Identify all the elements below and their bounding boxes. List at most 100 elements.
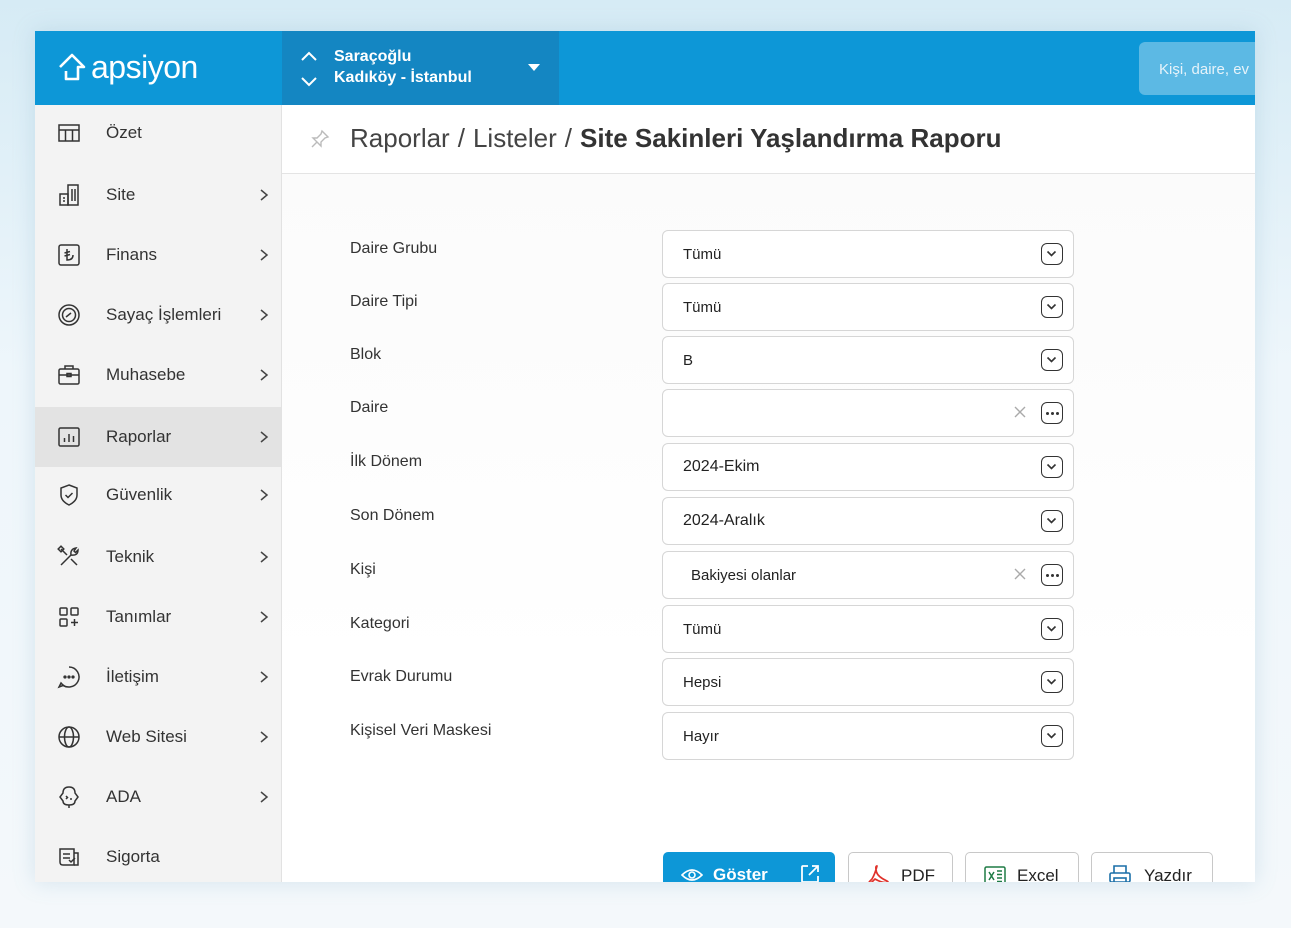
ilk-donem-select[interactable]: 2024-Ekim bbox=[662, 443, 1074, 491]
field-value: Tümü bbox=[683, 246, 722, 263]
sidebar-item-raporlar[interactable]: Raporlar bbox=[35, 407, 281, 467]
kategori-select[interactable]: Tümü bbox=[662, 605, 1074, 653]
field-value: 2024-Aralık bbox=[683, 512, 765, 529]
more-options-icon[interactable] bbox=[1041, 564, 1063, 586]
sidebar-item-ozet[interactable]: Özet bbox=[35, 105, 281, 160]
field-daire-grubu: Daire Grubu Tümü bbox=[350, 230, 1074, 280]
print-button-label: Yazdır bbox=[1144, 866, 1192, 882]
field-value: Tümü bbox=[683, 299, 722, 316]
robot-icon bbox=[57, 785, 81, 809]
chevron-down-icon[interactable] bbox=[1041, 349, 1063, 371]
expand-collapse-icon bbox=[301, 51, 317, 87]
sidebar-item-guvenlik[interactable]: Güvenlik bbox=[35, 465, 281, 525]
sidebar-item-tanimlar[interactable]: Tanımlar bbox=[35, 587, 281, 647]
kisisel-veri-maskesi-select[interactable]: Hayır bbox=[662, 712, 1074, 760]
sidebar-item-muhasebe[interactable]: Muhasebe bbox=[35, 345, 281, 405]
sidebar-item-label: Raporlar bbox=[106, 427, 172, 446]
field-value: Tümü bbox=[683, 621, 722, 638]
document-icon bbox=[57, 845, 81, 869]
pdf-button-label: PDF bbox=[901, 866, 935, 882]
sidebar-item-teknik[interactable]: Teknik bbox=[35, 527, 281, 587]
field-kisi: Kişi Bakiyesi olanlar bbox=[350, 551, 1074, 601]
clear-icon[interactable] bbox=[1012, 404, 1028, 420]
chevron-down-icon[interactable] bbox=[1041, 456, 1063, 478]
sidebar-item-label: ADA bbox=[106, 787, 141, 806]
printer-icon bbox=[1109, 865, 1131, 882]
report-form: Daire Grubu Tümü Daire Tipi Tümü Blok B … bbox=[282, 174, 1255, 882]
blok-select[interactable]: B bbox=[662, 336, 1074, 384]
breadcrumb-listeler[interactable]: Listeler bbox=[473, 123, 557, 153]
logo-text: apsiyon bbox=[91, 48, 198, 85]
chevron-right-icon bbox=[258, 430, 270, 444]
logo[interactable]: apsiyon bbox=[55, 45, 198, 89]
excel-icon bbox=[984, 866, 1006, 882]
sidebar-item-finans[interactable]: Finans bbox=[35, 225, 281, 285]
search-input[interactable]: Kişi, daire, ev bbox=[1139, 42, 1255, 95]
excel-button[interactable]: Excel bbox=[965, 852, 1079, 882]
pdf-button[interactable]: PDF bbox=[848, 852, 953, 882]
field-label: İlk Dönem bbox=[350, 453, 423, 470]
breadcrumb-raporlar[interactable]: Raporlar bbox=[350, 123, 450, 153]
sidebar-item-label: Özet bbox=[106, 122, 142, 142]
daire-tipi-select[interactable]: Tümü bbox=[662, 283, 1074, 331]
daire-lookup[interactable] bbox=[662, 389, 1074, 437]
sidebar-item-label: Sigorta bbox=[106, 847, 160, 866]
chevron-right-icon bbox=[258, 550, 270, 564]
field-kategori: Kategori Tümü bbox=[350, 605, 1074, 655]
site-selector[interactable]: Saraçoğlu Kadıköy - İstanbul bbox=[282, 31, 559, 105]
sidebar-item-web-sitesi[interactable]: Web Sitesi bbox=[35, 707, 281, 767]
sidebar-item-label: İletişim bbox=[106, 667, 159, 686]
chevron-down-icon[interactable] bbox=[1041, 296, 1063, 318]
field-evrak-durumu: Evrak Durumu Hepsi bbox=[350, 658, 1074, 708]
field-daire: Daire bbox=[350, 389, 1074, 439]
show-button-label: Göster bbox=[713, 865, 768, 882]
sidebar-item-label: Muhasebe bbox=[106, 365, 186, 384]
sidebar-item-label: Finans bbox=[106, 245, 158, 264]
sidebar-item-label: Site bbox=[106, 185, 136, 204]
field-value: B bbox=[683, 352, 694, 369]
site-location: Kadıköy - İstanbul bbox=[334, 69, 472, 86]
field-label: Kişisel Veri Maskesi bbox=[350, 722, 492, 739]
sidebar-item-site[interactable]: Site bbox=[35, 165, 281, 225]
excel-button-label: Excel bbox=[1017, 866, 1059, 882]
breadcrumb-separator: / bbox=[457, 123, 465, 153]
chevron-down-icon[interactable] bbox=[1041, 618, 1063, 640]
chevron-down-icon[interactable] bbox=[1041, 243, 1063, 265]
clear-icon[interactable] bbox=[1012, 566, 1028, 582]
sidebar-item-label: Tanımlar bbox=[106, 607, 172, 626]
sidebar-item-sigorta[interactable]: Sigorta bbox=[35, 827, 281, 882]
sidebar-item-ada[interactable]: ADA bbox=[35, 767, 281, 827]
app-window: apsiyon Saraçoğlu Kadıköy - İstanbul Kiş… bbox=[35, 31, 1255, 882]
sidebar-item-label: Web Sitesi bbox=[106, 727, 187, 746]
caret-down-icon bbox=[528, 64, 540, 71]
field-label: Evrak Durumu bbox=[350, 668, 453, 685]
print-button[interactable]: Yazdır bbox=[1091, 852, 1213, 882]
top-bar: apsiyon Saraçoğlu Kadıköy - İstanbul Kiş… bbox=[35, 31, 1255, 105]
kisi-lookup[interactable]: Bakiyesi olanlar bbox=[662, 551, 1074, 599]
son-donem-select[interactable]: 2024-Aralık bbox=[662, 497, 1074, 545]
more-options-icon[interactable] bbox=[1041, 402, 1063, 424]
daire-grubu-select[interactable]: Tümü bbox=[662, 230, 1074, 278]
field-label: Kişi bbox=[350, 561, 376, 578]
chevron-right-icon bbox=[258, 790, 270, 804]
chevron-down-icon[interactable] bbox=[1041, 510, 1063, 532]
page-title: Site Sakinleri Yaşlandırma Raporu bbox=[580, 123, 1002, 153]
show-button[interactable]: Göster bbox=[663, 852, 835, 882]
evrak-durumu-select[interactable]: Hepsi bbox=[662, 658, 1074, 706]
shield-icon bbox=[57, 483, 81, 507]
field-son-donem: Son Dönem 2024-Aralık bbox=[350, 497, 1074, 547]
sidebar: Özet Site Finans Sayaç İşlemleri Muhaseb… bbox=[35, 105, 282, 882]
chevron-right-icon bbox=[258, 248, 270, 262]
sidebar-item-sayac-islemleri[interactable]: Sayaç İşlemleri bbox=[35, 285, 281, 345]
field-label: Daire Tipi bbox=[350, 293, 418, 310]
chevron-down-icon[interactable] bbox=[1041, 671, 1063, 693]
pin-icon[interactable] bbox=[310, 129, 330, 149]
chevron-down-icon[interactable] bbox=[1041, 725, 1063, 747]
chat-icon bbox=[57, 665, 81, 689]
sidebar-item-iletisim[interactable]: İletişim bbox=[35, 647, 281, 707]
eye-icon bbox=[681, 869, 703, 881]
open-new-window-icon[interactable] bbox=[799, 863, 821, 882]
field-value: Hepsi bbox=[683, 674, 722, 691]
chevron-right-icon bbox=[258, 670, 270, 684]
breadcrumb-separator: / bbox=[564, 123, 573, 153]
